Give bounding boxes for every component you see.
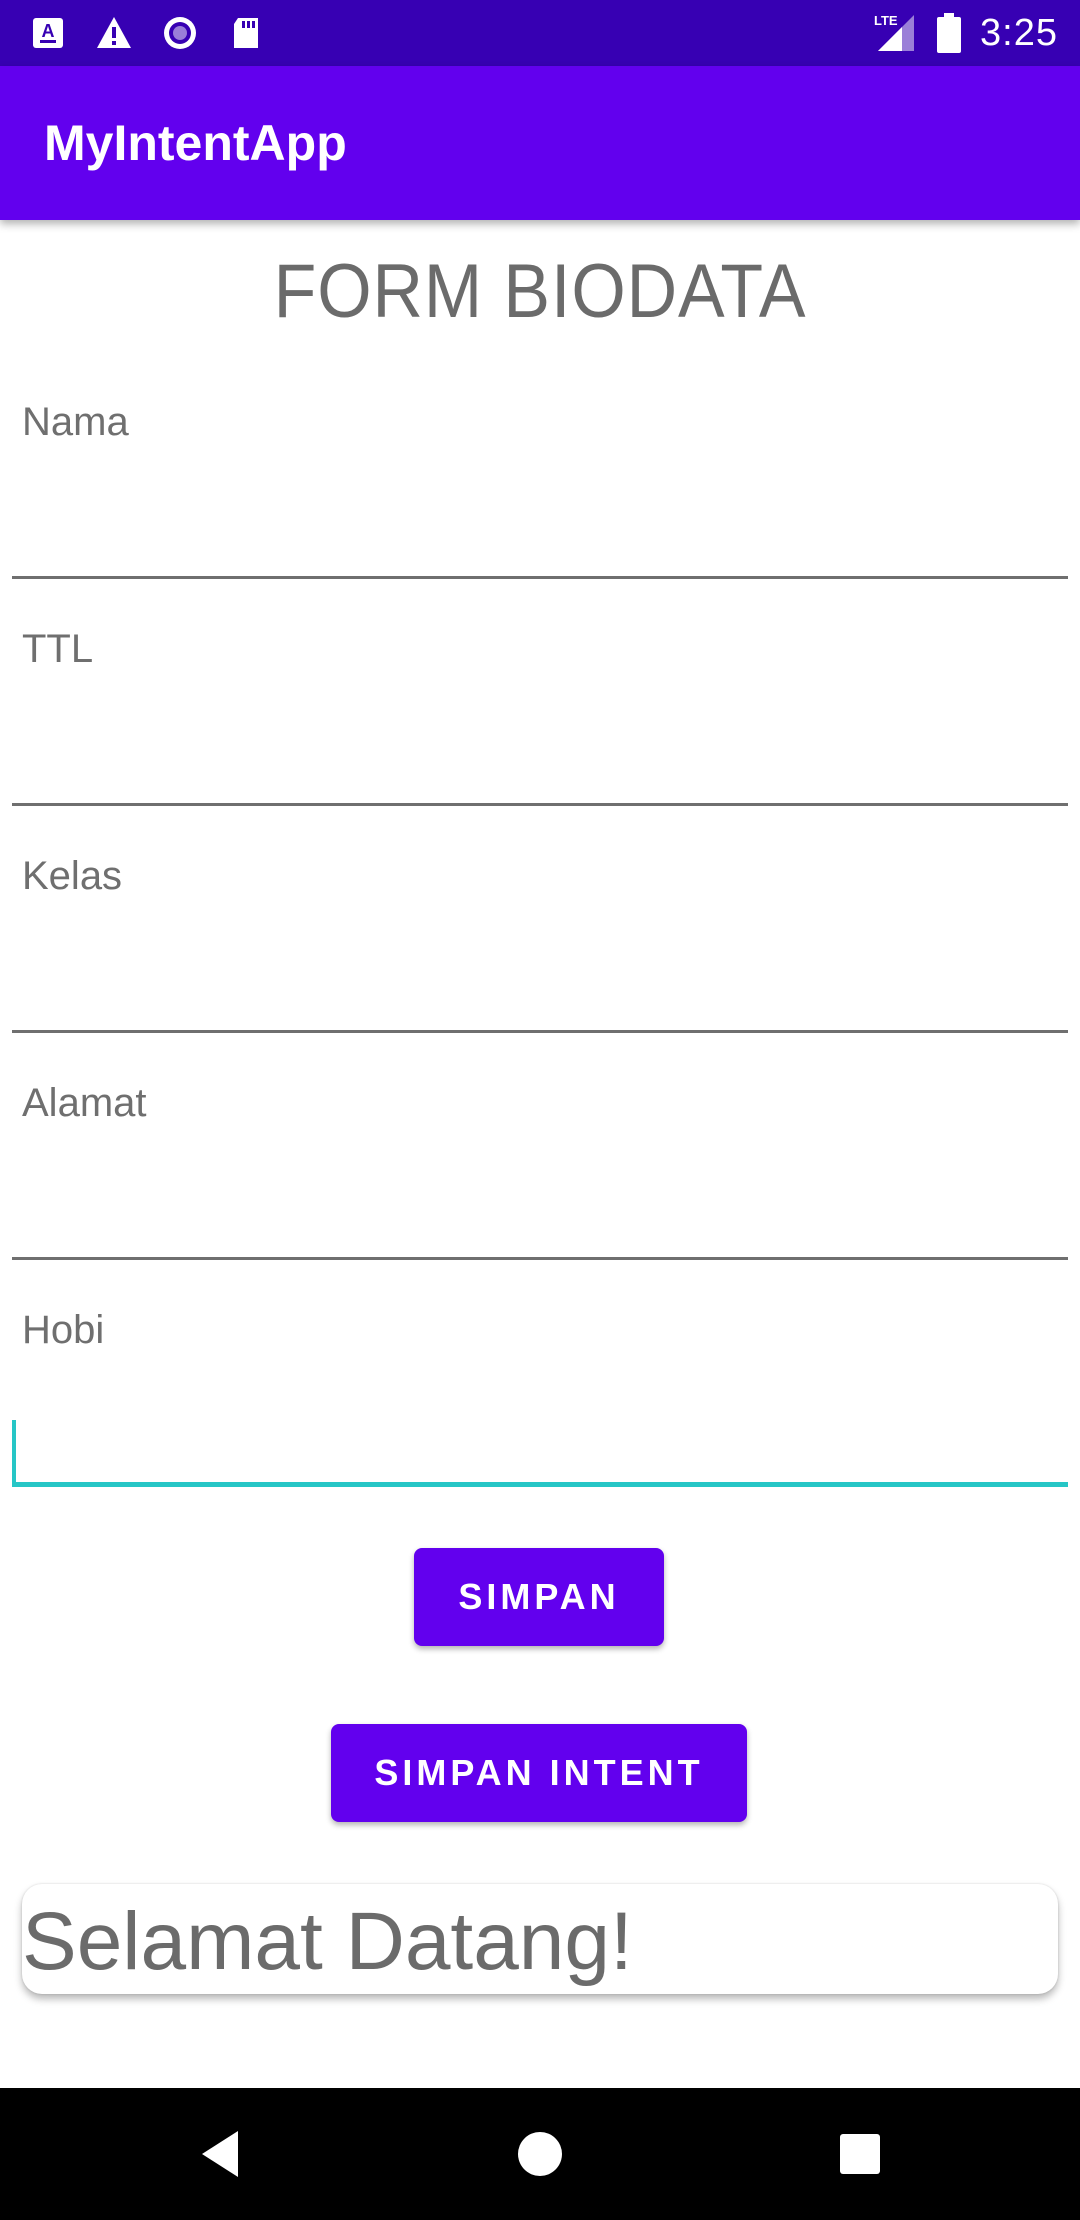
home-icon	[518, 2132, 562, 2176]
sd-card-icon	[234, 18, 258, 48]
status-bar: A LTE 3:25	[0, 0, 1080, 66]
home-button[interactable]	[480, 2088, 600, 2220]
recents-button[interactable]	[800, 2088, 920, 2220]
text-cursor	[12, 1420, 16, 1486]
welcome-card: Selamat Datang!	[22, 1884, 1058, 1994]
lte-signal-icon: LTE	[874, 13, 915, 51]
app-bar: MyIntentApp	[0, 66, 1080, 220]
recents-icon	[840, 2134, 880, 2174]
warning-icon	[97, 17, 131, 48]
ttl-label: TTL	[22, 627, 94, 671]
status-icons-right: LTE 3:25	[874, 0, 1058, 66]
back-button[interactable]	[160, 2088, 280, 2220]
kelas-underline	[12, 1030, 1068, 1033]
alamat-underline	[12, 1257, 1068, 1260]
simpan-intent-button[interactable]: SIMPAN INTENT	[331, 1724, 747, 1822]
ttl-input[interactable]	[12, 687, 1068, 801]
svg-text:A: A	[42, 21, 55, 41]
field-hobi: Hobi	[0, 1308, 1080, 1534]
welcome-text: Selamat Datang!	[22, 1896, 633, 1987]
nama-underline	[12, 576, 1068, 579]
field-alamat: Alamat	[0, 1081, 1080, 1307]
alamat-label: Alamat	[22, 1081, 147, 1125]
hobi-label: Hobi	[22, 1308, 105, 1352]
simpan-button[interactable]: SIMPAN	[414, 1548, 664, 1646]
field-ttl: TTL	[0, 627, 1080, 853]
ttl-underline	[12, 803, 1068, 806]
hobi-underline-focused	[12, 1482, 1068, 1487]
kelas-label: Kelas	[22, 854, 123, 898]
hobi-input[interactable]	[12, 1368, 1068, 1482]
battery-icon	[937, 13, 962, 53]
screen: A LTE 3:25 MyIntentApp FORM BIODATA Nama…	[0, 0, 1080, 2220]
back-icon	[202, 2131, 238, 2177]
nama-input[interactable]	[12, 460, 1068, 574]
network-type-label: LTE	[874, 13, 898, 28]
app-title: MyIntentApp	[44, 115, 347, 171]
alamat-input[interactable]	[12, 1141, 1068, 1255]
navigation-bar	[0, 2088, 1080, 2220]
form-title: FORM BIODATA	[273, 249, 807, 334]
app-notification-icon: A	[33, 18, 63, 48]
field-kelas: Kelas	[0, 854, 1080, 1080]
nama-label: Nama	[22, 400, 129, 444]
status-time: 3:25	[980, 11, 1058, 54]
field-nama: Nama	[0, 400, 1080, 626]
status-icons-left: A	[30, 0, 264, 66]
kelas-input[interactable]	[12, 914, 1068, 1028]
media-record-icon	[164, 17, 196, 49]
